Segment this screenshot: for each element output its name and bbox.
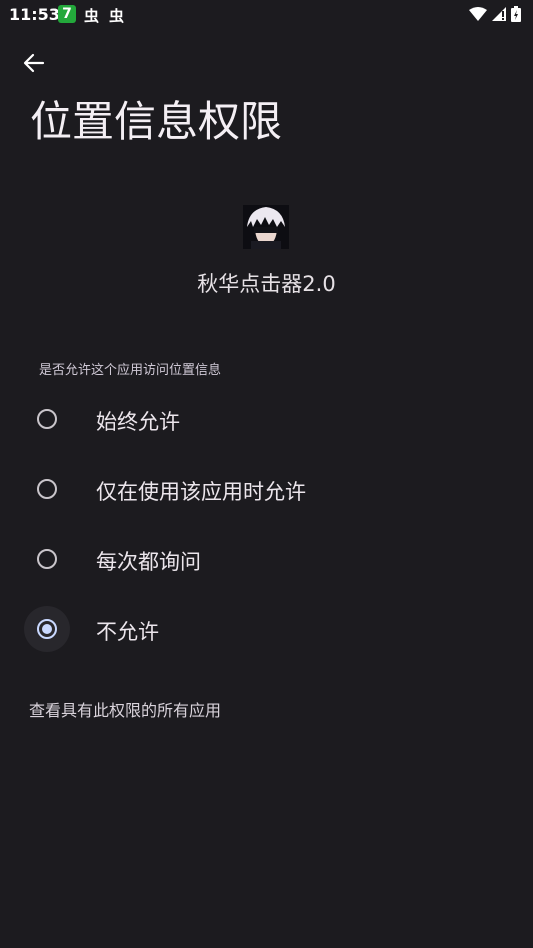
option-allow-while-using[interactable]: 仅在使用该应用时允许 [24,460,504,520]
option-label: 仅在使用该应用时允许 [96,480,306,504]
option-ask-every-time[interactable]: 每次都询问 [24,530,504,590]
status-time: 11:53 [9,5,60,24]
all-apps-link[interactable]: 查看具有此权限的所有应用 [29,697,221,721]
battery-icon [511,6,521,22]
radio-button[interactable] [37,479,57,499]
page-title: 位置信息权限 [30,97,283,146]
option-label: 不允许 [96,620,159,644]
app-badge-icon: 7 [58,5,76,23]
radio-button[interactable] [37,409,57,429]
option-always-allow[interactable]: 始终允许 [24,390,504,450]
option-label: 每次都询问 [96,550,201,574]
signal-icon [492,7,506,21]
radio-dot [42,624,52,634]
notification-bug-icon: 虫 [84,7,100,25]
app-icon [243,205,289,249]
status-icons [469,5,521,23]
option-deny[interactable]: 不允许 [24,600,504,660]
arrow-back-icon [23,53,45,73]
option-label: 始终允许 [96,410,180,434]
radio-button-selected[interactable] [37,619,57,639]
status-bar: 11:53 7 虫 虫 [0,0,533,30]
notification-bug-icon: 虫 [109,7,125,25]
permission-question: 是否允许这个应用访问位置信息 [39,363,222,378]
wifi-icon [469,7,487,21]
radio-button[interactable] [37,549,57,569]
back-button[interactable] [18,47,50,79]
app-name: 秋华点击器2.0 [197,272,336,296]
